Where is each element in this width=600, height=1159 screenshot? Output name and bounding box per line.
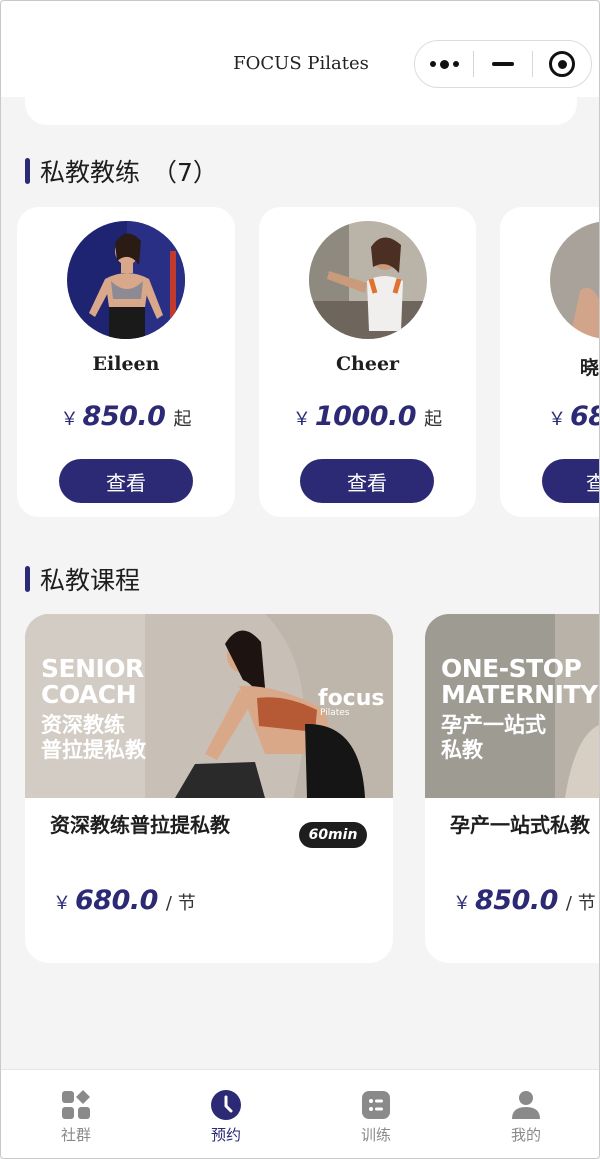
- coach-name: Eileen: [92, 353, 160, 375]
- banner-cn-line: 普拉提私教: [41, 737, 146, 762]
- currency-symbol: ￥: [453, 893, 471, 914]
- price-value: 850.0: [475, 885, 558, 916]
- price-unit: 起: [424, 409, 443, 430]
- price-unit: / 节: [165, 893, 196, 914]
- view-coach-button[interactable]: 查看: [59, 459, 193, 503]
- brand-logo-sub: Pilates: [320, 708, 350, 718]
- profile-icon: [511, 1090, 541, 1120]
- training-icon: [361, 1090, 391, 1120]
- coach-price: ￥ 1000.0 起: [259, 401, 476, 432]
- close-button[interactable]: [533, 41, 591, 87]
- coach-card[interactable]: Cheer ￥ 1000.0 起 查看: [259, 207, 476, 517]
- tab-booking[interactable]: 预约: [151, 1070, 301, 1158]
- community-icon: [61, 1090, 91, 1120]
- banner-en-line: MATERNITY: [441, 680, 598, 710]
- courses-title-text: 私教课程: [40, 566, 141, 595]
- currency-symbol: ￥: [548, 409, 566, 430]
- more-button[interactable]: [415, 41, 473, 87]
- price-unit: 起: [173, 409, 192, 430]
- close-target-icon: [549, 51, 575, 77]
- coach-avatar: [309, 221, 427, 339]
- course-name: 资深教练普拉提私教: [50, 813, 230, 837]
- mini-program-capsule: [414, 40, 592, 88]
- currency-symbol: ￥: [60, 409, 79, 430]
- coach-price: ￥ 850.0 起: [17, 401, 235, 432]
- price-value: 850.0: [82, 401, 166, 432]
- coach-name: Cheer: [335, 353, 400, 375]
- tab-label: 社群: [60, 1126, 91, 1144]
- coach-avatar: [550, 221, 599, 339]
- tab-community[interactable]: 社群: [1, 1070, 151, 1158]
- banner-cn-line: 资深教练: [41, 712, 125, 737]
- course-name: 孕产一站式私教: [450, 813, 590, 837]
- tab-training[interactable]: 训练: [301, 1070, 451, 1158]
- banner-caption: SENIOR COACH 资深教练 普拉提私教: [41, 654, 146, 763]
- banner-cn-line: 孕产一站式: [441, 712, 546, 737]
- banner-en-line: COACH: [41, 680, 137, 710]
- tab-label: 预约: [210, 1126, 241, 1144]
- coach-card[interactable]: 晓 ￥ 68 查: [500, 207, 600, 517]
- price-unit: / 节: [565, 893, 596, 914]
- top-navigation-bar: FOCUS Pilates: [1, 1, 599, 97]
- coach-name: 晓: [580, 357, 600, 379]
- more-dots-icon: [429, 59, 459, 69]
- view-coach-button[interactable]: 查: [542, 459, 599, 503]
- coach-card[interactable]: Eileen ￥ 850.0 起 查看: [17, 207, 235, 517]
- course-price: ￥ 850.0 / 节: [453, 885, 596, 916]
- currency-symbol: ￥: [53, 893, 71, 914]
- clock-icon: [211, 1090, 241, 1120]
- tab-label: 训练: [360, 1126, 391, 1144]
- banner-en-line: SENIOR: [41, 654, 144, 683]
- minimize-icon: [492, 62, 514, 66]
- coach-price: ￥ 68: [548, 401, 599, 432]
- bottom-tab-bar: 社群 预约 训练 我的: [1, 1069, 599, 1158]
- courses-section-title: 私教课程: [25, 561, 140, 597]
- course-banner-image: ONE-STOP MATERNITY 孕产一站式 私教: [425, 614, 599, 798]
- banner-cn-line: 私教: [441, 737, 483, 762]
- course-price: ￥ 680.0 / 节: [53, 885, 196, 916]
- price-value: 680.0: [75, 885, 158, 916]
- price-value: 1000.0: [314, 401, 417, 432]
- coach-avatar: [67, 221, 185, 339]
- price-value: 68: [570, 401, 599, 432]
- section-marker: [25, 566, 30, 592]
- minimize-button[interactable]: [474, 41, 532, 87]
- banner-caption: ONE-STOP MATERNITY 孕产一站式 私教: [441, 654, 598, 763]
- tab-label: 我的: [510, 1126, 541, 1144]
- banner-en-line: ONE-STOP: [441, 654, 582, 683]
- coaches-title-text: 私教教练: [40, 158, 141, 187]
- section-marker: [25, 158, 30, 184]
- view-coach-button[interactable]: 查看: [300, 459, 434, 503]
- course-banner-image: SENIOR COACH 资深教练 普拉提私教 focus Pilates: [25, 614, 393, 798]
- tab-profile[interactable]: 我的: [451, 1070, 599, 1158]
- currency-symbol: ￥: [292, 409, 311, 430]
- app-page: FOCUS Pilates 私教教练 （7） Eileen ￥ 850.0 起 …: [0, 0, 600, 1159]
- coaches-section-title: 私教教练 （7）: [25, 153, 218, 189]
- coaches-count: （7）: [152, 158, 218, 187]
- duration-badge: 60min: [299, 822, 367, 848]
